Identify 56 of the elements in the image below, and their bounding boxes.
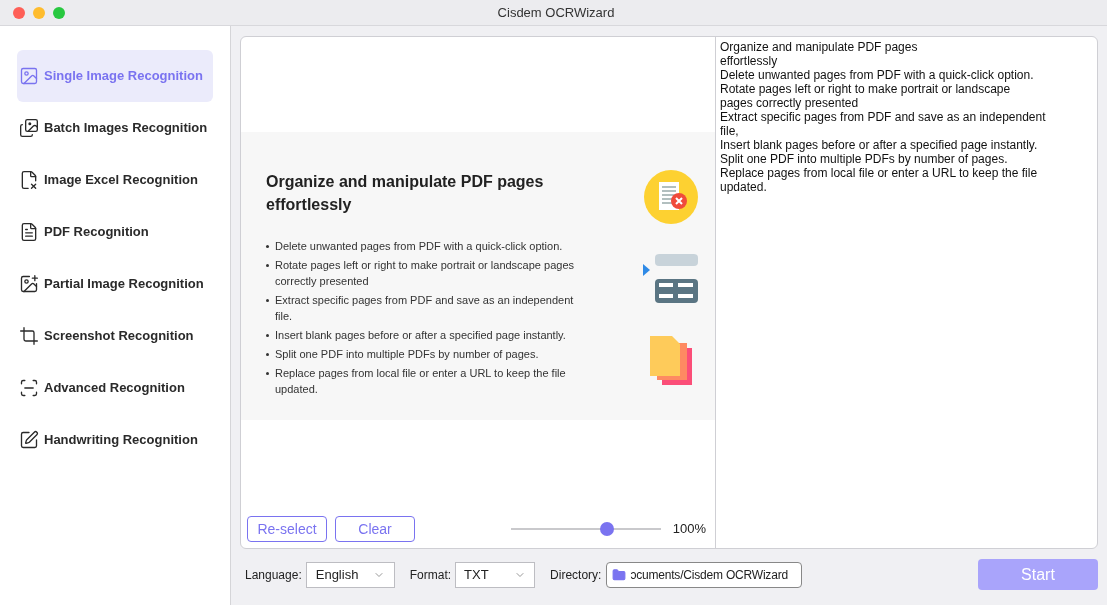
bullet-text: Extract specific pages from PDF and save as an independent file. <box>275 293 575 324</box>
bullet-icon <box>266 334 269 337</box>
sidebar-item[interactable]: PDF Recognition <box>17 206 213 258</box>
close-button[interactable] <box>13 6 25 19</box>
result-line: updated. <box>720 180 767 194</box>
sidebar-item[interactable]: Batch Images Recognition <box>17 102 213 154</box>
clear-button[interactable]: Clear <box>335 516 415 542</box>
file-x-icon <box>19 170 39 190</box>
images-icon <box>19 118 39 138</box>
bullet-text: Delete unwanted pages from PDF with a quick-click option. <box>275 239 564 254</box>
zoom-slider[interactable] <box>510 522 661 536</box>
sidebar-item[interactable]: Image Excel Recognition <box>17 154 213 206</box>
bullet-icon <box>266 245 269 248</box>
result-line: Split one PDF into multiple PDFs by number of pages. <box>720 152 1008 166</box>
document-delete-icon <box>644 170 698 224</box>
scan-icon <box>19 378 39 398</box>
language-dropdown[interactable]: English <box>305 561 395 588</box>
language-label: Language: <box>245 566 302 584</box>
file-icon <box>19 222 39 242</box>
result-line: Delete unwanted pages from PDF with a quick-click option. <box>720 68 1034 82</box>
format-label: Format: <box>409 566 452 584</box>
sidebar-item[interactable]: Advanced Recognition <box>17 362 213 414</box>
bullet-icon <box>266 299 269 302</box>
directory-label: Directory: <box>550 566 602 584</box>
result-line: file, <box>720 124 739 138</box>
result-line: pages correctly presented <box>720 96 859 110</box>
sidebar-item[interactable]: Screenshot Recognition <box>17 310 213 362</box>
sidebar-item[interactable]: Partial Image Recognition <box>17 258 213 310</box>
result-line: Extract specific pages from PDF and save as an independent <box>720 110 1046 124</box>
bullet-text: Split one PDF into multiple PDFs by number of pages. <box>275 347 540 362</box>
result-line: Insert blank pages before or after a specified page instantly. <box>720 138 1038 152</box>
result-line: Rotate pages left or right to make portrait or landscape <box>720 82 1011 96</box>
reselect-button[interactable]: Re-select <box>247 516 327 542</box>
image-icon <box>19 66 39 86</box>
sidebar-item[interactable]: Handwriting Recognition <box>17 414 213 466</box>
result-line: Organize and manipulate PDF pages <box>720 40 918 54</box>
window-title: Cisdem OCRWizard <box>497 3 615 22</box>
crop-icon <box>19 326 39 346</box>
pages-icon <box>648 334 694 386</box>
bullet-icon <box>266 372 269 375</box>
folder-icon <box>612 567 627 582</box>
result-line: effortlessly <box>720 54 778 68</box>
bullet-icon <box>266 353 269 356</box>
result-line: Replace pages from local file or enter a URL to keep the file <box>720 166 1038 180</box>
bullet-text: Rotate pages left or right to make portrait or landscape pages correctly presented <box>275 258 575 289</box>
table-icon <box>643 254 699 304</box>
zoom-reading: 100% <box>672 520 706 539</box>
bullet-text: Insert blank pages before or after a specified page instantly. <box>275 328 567 343</box>
image-heading: Organize and manipulate PDF pages effortlessly <box>266 172 545 215</box>
bullet-text: Replace pages from local file or enter a URL to keep the file updated. <box>275 366 567 397</box>
image-plus-icon <box>19 274 39 294</box>
directory-field[interactable]: ɔcuments/Cisdem OCRWizard <box>606 561 803 588</box>
bullet-icon <box>266 264 269 267</box>
slider-thumb[interactable] <box>599 522 614 536</box>
pen-square-icon <box>19 430 39 450</box>
format-dropdown[interactable]: TXT <box>455 561 536 588</box>
